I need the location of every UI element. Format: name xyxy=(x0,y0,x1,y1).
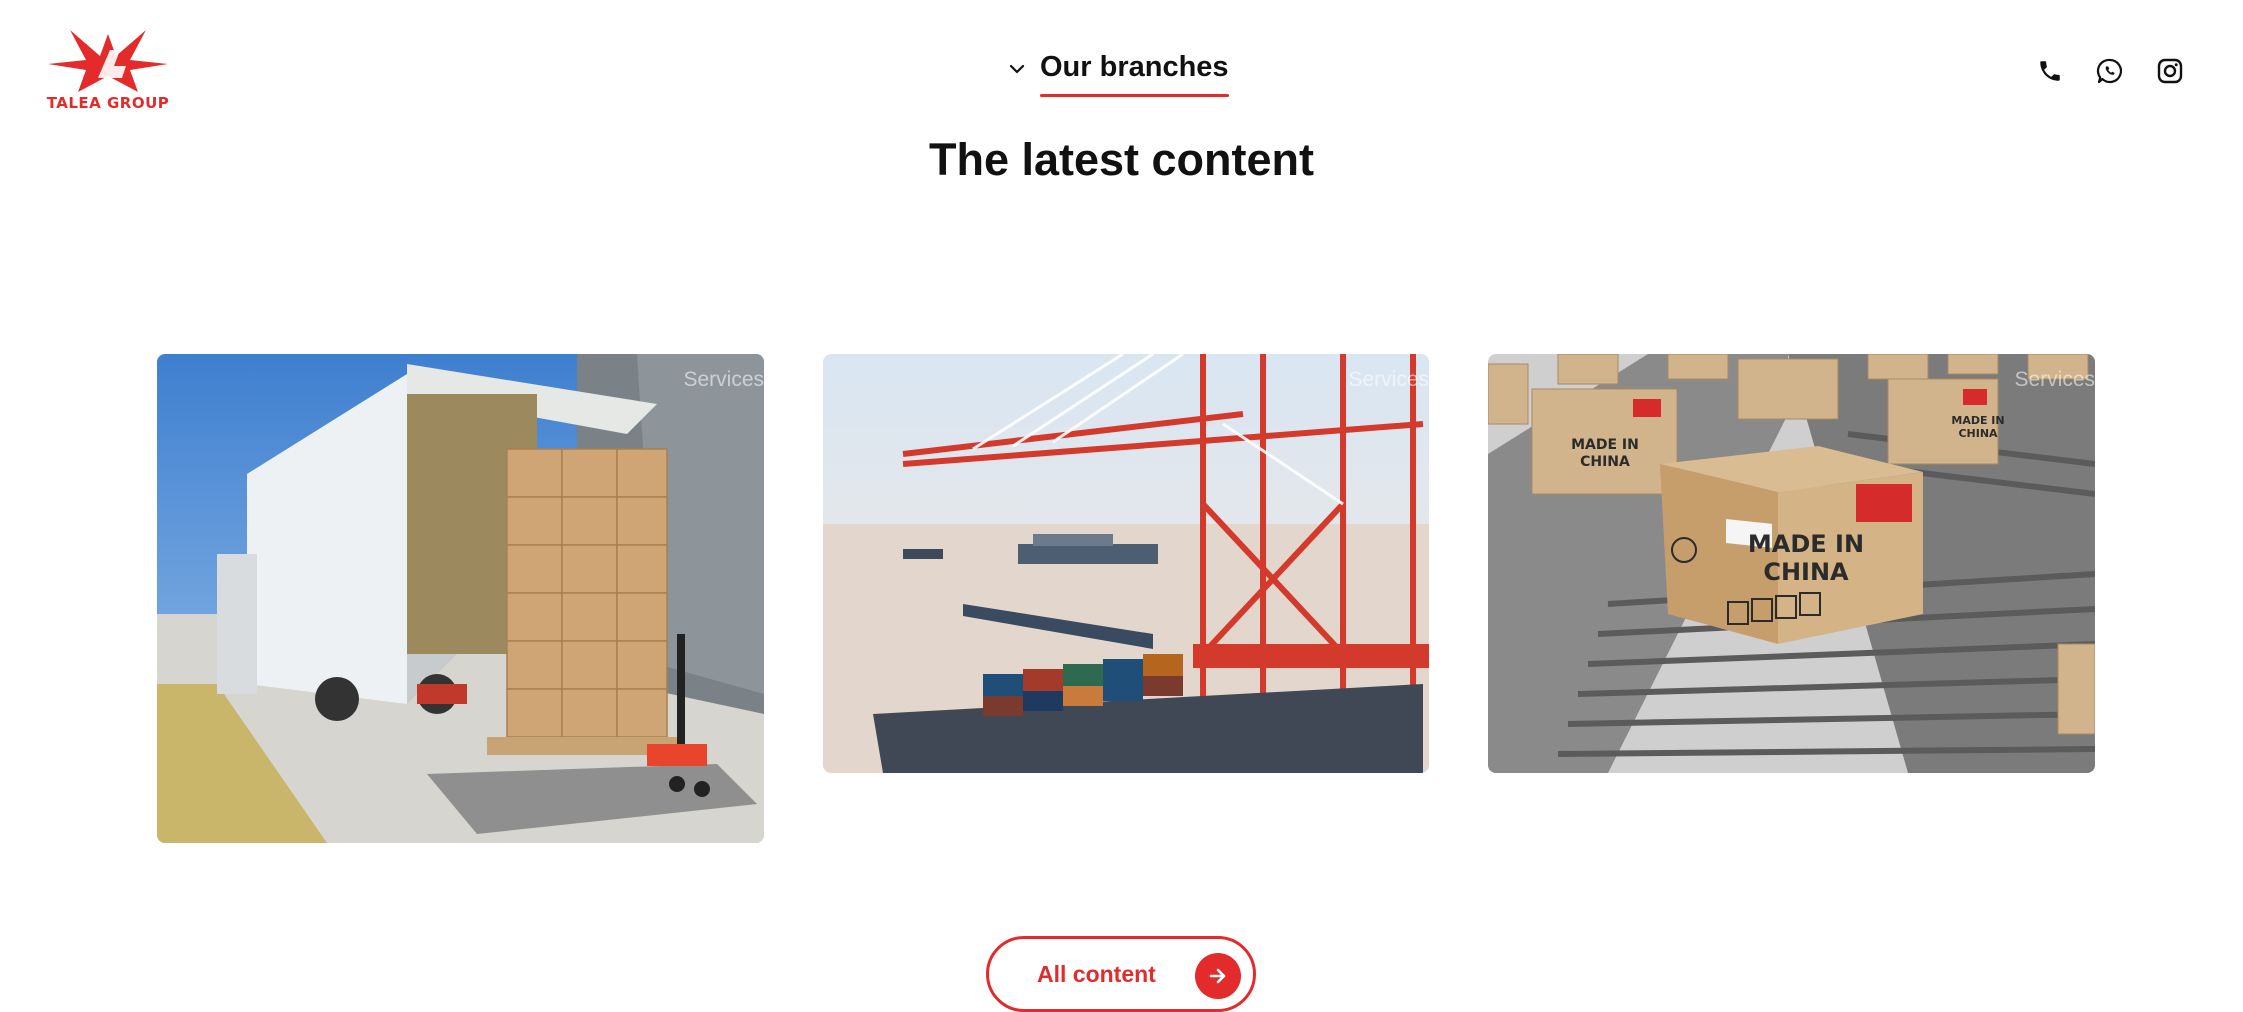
whatsapp-icon[interactable] xyxy=(2095,56,2125,86)
talea-logo-icon xyxy=(48,30,168,92)
all-content-label: All content xyxy=(1037,960,1156,987)
svg-text:MADE IN: MADE IN xyxy=(1571,437,1639,453)
made-in-china-conveyor-image: MADE IN CHINA MADE IN CHINA MADE IN CHIN… xyxy=(1488,354,2095,773)
svg-text:CHINA: CHINA xyxy=(1763,558,1849,586)
svg-text:MADE IN: MADE IN xyxy=(1748,530,1864,558)
content-card-truck[interactable]: Services xyxy=(157,354,764,843)
latest-content-title: The latest content xyxy=(928,134,1315,185)
arrow-right-icon xyxy=(1195,953,1241,999)
svg-text:CHINA: CHINA xyxy=(1580,454,1630,470)
social-contact-icons xyxy=(2035,56,2185,86)
svg-text:CHINA: CHINA xyxy=(1958,427,1998,440)
card-category-tag: Services xyxy=(2014,368,2095,391)
phone-icon[interactable] xyxy=(2035,56,2065,86)
our-branches-label: Our branches xyxy=(1040,51,1229,83)
chevron-down-icon xyxy=(1009,64,1025,74)
our-branches-menu[interactable]: Our branches xyxy=(1008,48,1229,100)
content-card-conveyor[interactable]: MADE IN CHINA MADE IN CHINA MADE IN CHIN… xyxy=(1488,354,2095,773)
all-content-button[interactable]: All content xyxy=(986,936,1256,1012)
brand-logo[interactable]: TALEA GROUP xyxy=(46,26,170,116)
instagram-icon[interactable] xyxy=(2155,56,2185,86)
brand-name: TALEA GROUP xyxy=(46,94,170,112)
truck-loading-pallet-image xyxy=(157,354,764,843)
card-category-tag: Services xyxy=(683,368,764,391)
content-cards: Services Services MADE IN CHINA MADE IN … xyxy=(157,354,2095,844)
content-card-port[interactable]: Services xyxy=(823,354,1429,773)
card-category-tag: Services xyxy=(1348,368,1429,391)
container-port-cranes-image xyxy=(823,354,1429,773)
active-underline xyxy=(1040,94,1229,97)
svg-text:MADE IN: MADE IN xyxy=(1951,414,2004,427)
